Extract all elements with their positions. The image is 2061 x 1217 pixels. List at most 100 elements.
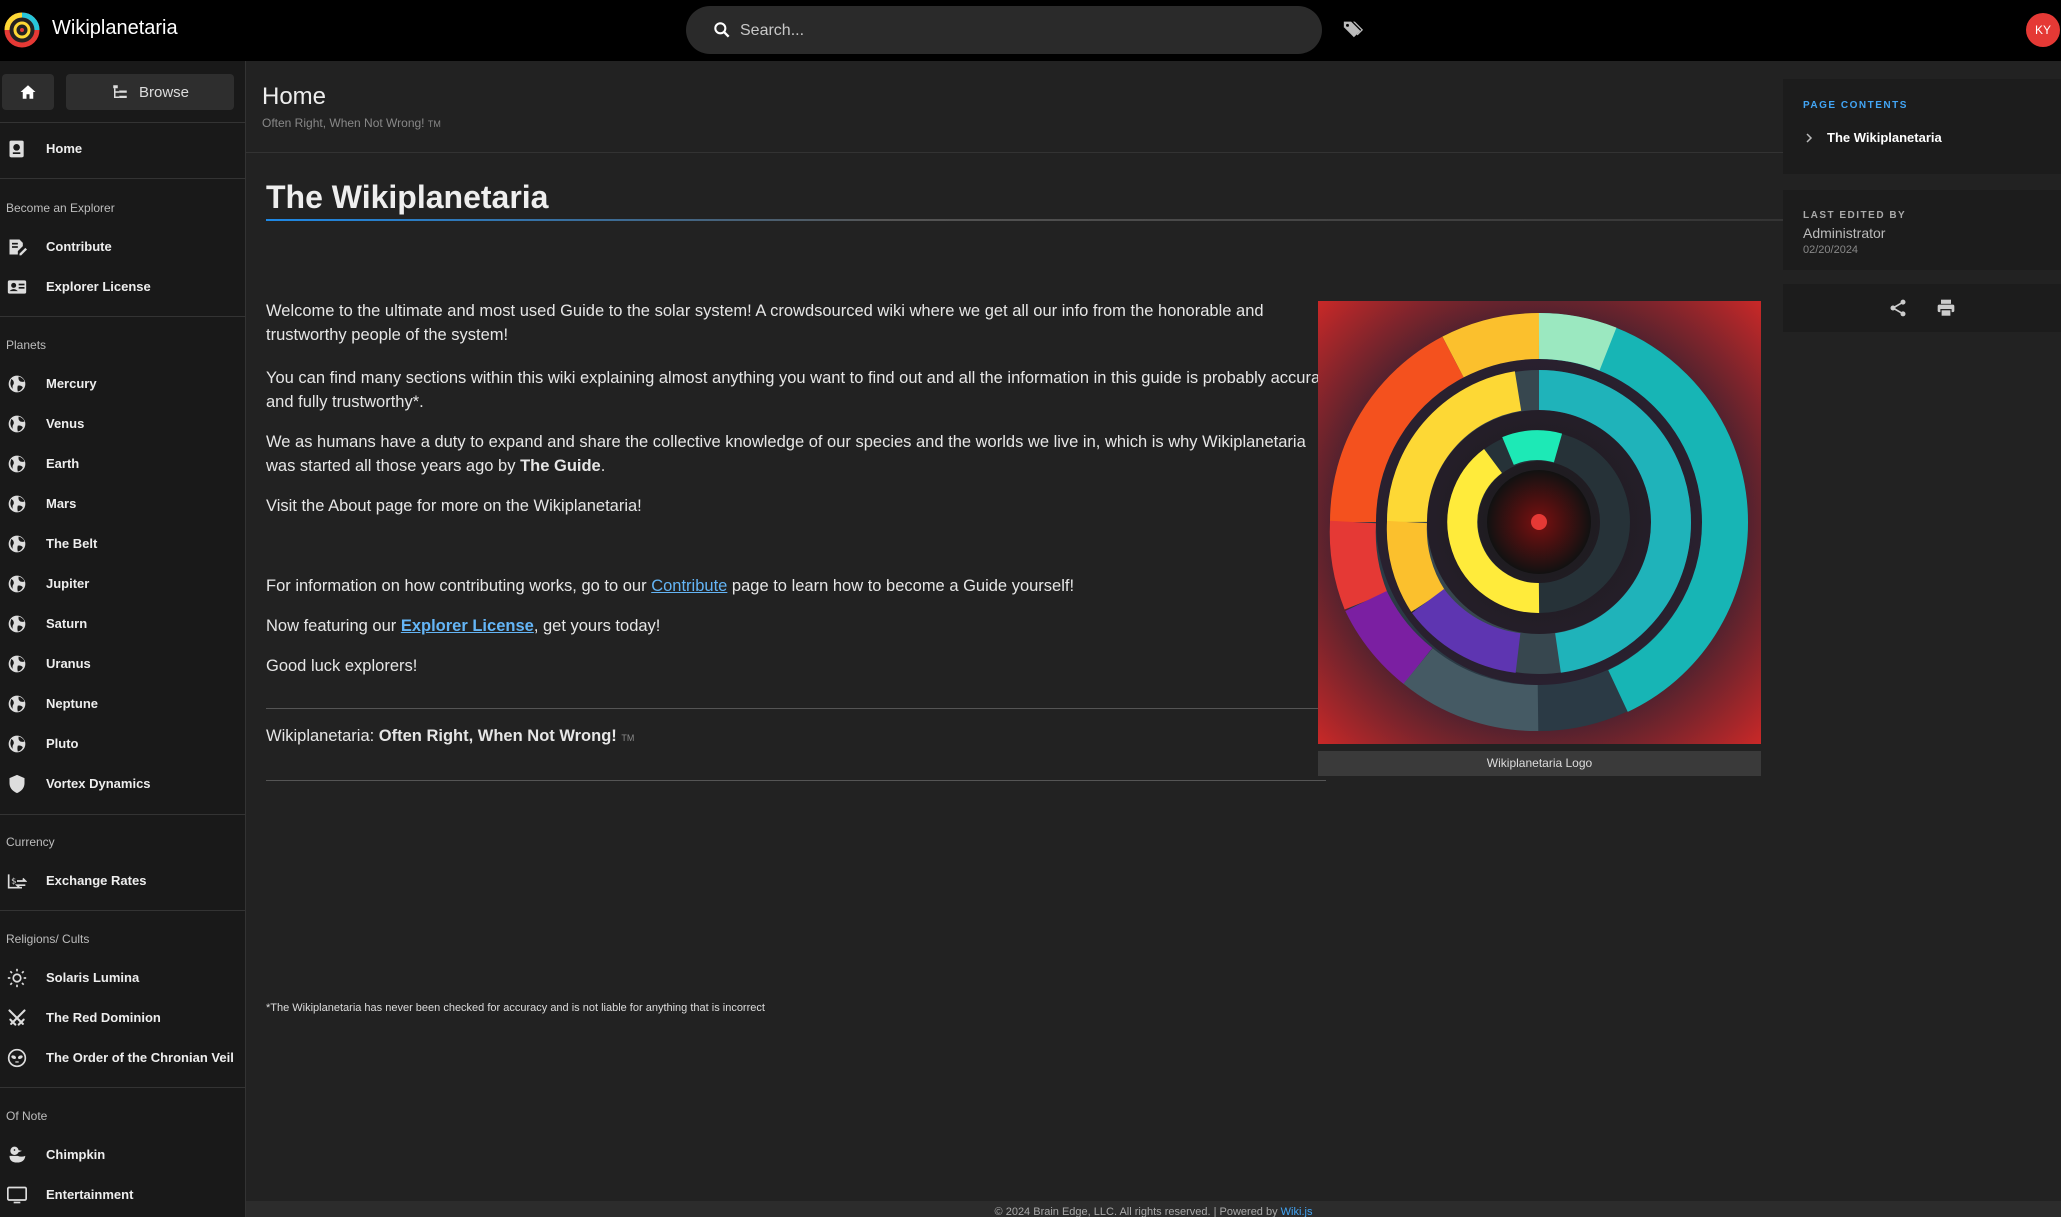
chevron-right-icon xyxy=(1806,132,1813,143)
paragraph-welcome: Welcome to the ultimate and most used Gu… xyxy=(266,302,1264,344)
page-actions-box xyxy=(1783,284,2061,332)
page-contents-label: PAGE CONTENTS xyxy=(1803,100,1908,111)
browse-button[interactable]: Browse xyxy=(66,74,234,110)
paragraph-text: For information on how contributing work… xyxy=(266,577,652,595)
explorer-license-link[interactable]: Explorer License xyxy=(401,617,534,635)
sidebar-item-contribute[interactable]: Contribute xyxy=(0,229,245,265)
sidebar-item-label: Saturn xyxy=(46,616,88,631)
wikiplanetaria-logo-image[interactable] xyxy=(1318,301,1761,744)
globe-icon xyxy=(8,735,26,753)
divider xyxy=(266,780,1326,781)
sidebar-item-jupiter[interactable]: Jupiter xyxy=(0,566,245,602)
sidebar-item-label: The Belt xyxy=(46,536,98,551)
section-header-religions: Religions/ Cults xyxy=(6,932,90,946)
last-edited-by[interactable]: Administrator xyxy=(1803,225,1885,241)
section-header-of-note: Of Note xyxy=(6,1109,48,1123)
browse-label: Browse xyxy=(138,83,190,101)
search-bar[interactable] xyxy=(686,6,1322,56)
footer: © 2024 Brain Edge, LLC. All rights reser… xyxy=(246,1201,2061,1217)
sidebar-item-chimpkin[interactable]: Chimpkin xyxy=(0,1137,245,1173)
last-edited-box: LAST EDITED BY Administrator 02/20/2024 xyxy=(1783,190,2061,270)
wikijs-link[interactable]: Wiki.js xyxy=(1281,1206,1313,1217)
sidebar-item-label: Entertainment xyxy=(46,1187,134,1202)
paragraph-text: , get yours today! xyxy=(533,617,661,635)
image-caption: Wikiplanetaria Logo xyxy=(1318,751,1761,776)
globe-icon xyxy=(8,535,26,553)
globe-icon xyxy=(8,375,26,393)
sidebar-item-label: Explorer License xyxy=(46,279,151,294)
contribute-link[interactable]: Contribute xyxy=(651,577,727,595)
sidebar-item-label: Jupiter xyxy=(46,576,90,591)
section-header-currency: Currency xyxy=(6,835,55,849)
paragraph-duty: We as humans have a duty to expand and s… xyxy=(266,430,1326,478)
main-content: Home Often Right, When Not Wrong! TM The… xyxy=(246,61,1806,1201)
paragraph-contribute: For information on how contributing work… xyxy=(266,574,1326,598)
sidebar-item-label: Neptune xyxy=(46,696,98,711)
search-icon xyxy=(714,22,730,38)
site-logo[interactable] xyxy=(4,12,40,48)
sidebar-item-earth[interactable]: Earth xyxy=(0,446,245,482)
file-tree-icon xyxy=(113,85,127,98)
globe-icon xyxy=(8,495,26,513)
sidebar-item-exchange-rates[interactable]: $ Exchange Rates xyxy=(0,863,245,899)
sidebar-item-label: Pluto xyxy=(46,736,79,751)
sidebar-item-vortex-dynamics[interactable]: Vortex Dynamics xyxy=(0,766,245,802)
sidebar-item-saturn[interactable]: Saturn xyxy=(0,606,245,642)
sidebar-item-label: Chimpkin xyxy=(46,1147,106,1162)
globe-icon xyxy=(8,615,26,633)
divider xyxy=(0,122,245,123)
footnote: *The Wikiplanetaria has never been check… xyxy=(266,1002,765,1014)
sidebar-item-explorer-license[interactable]: Explorer License xyxy=(0,269,245,305)
share-icon[interactable] xyxy=(1888,298,1908,318)
trademark-mark: TM xyxy=(621,733,635,743)
divider xyxy=(0,814,245,815)
crossed-swords-icon xyxy=(8,1009,26,1026)
sidebar-item-neptune[interactable]: Neptune xyxy=(0,686,245,722)
sidebar-item-venus[interactable]: Venus xyxy=(0,406,245,442)
sidebar-item-the-belt[interactable]: The Belt xyxy=(0,526,245,562)
sidebar-item-red-dominion[interactable]: The Red Dominion xyxy=(0,1000,245,1036)
section-header-explorer: Become an Explorer xyxy=(6,201,115,215)
monitor-icon xyxy=(7,1186,27,1204)
sidebar-item-label: Uranus xyxy=(46,656,91,671)
sidebar-item-label: Earth xyxy=(46,456,80,471)
search-input[interactable] xyxy=(738,6,1302,56)
sidebar-item-uranus[interactable]: Uranus xyxy=(0,646,245,682)
page-subtitle-text: Often Right, When Not Wrong! xyxy=(262,116,425,130)
sidebar-item-pluto[interactable]: Pluto xyxy=(0,726,245,762)
sidebar-item-mercury[interactable]: Mercury xyxy=(0,366,245,402)
paragraph-text: We as humans have a duty to expand and s… xyxy=(266,433,1306,475)
motto-prefix: Wikiplanetaria: xyxy=(266,727,379,745)
divider xyxy=(0,316,245,317)
edit-note-icon xyxy=(9,239,27,256)
globe-icon xyxy=(8,575,26,593)
sidebar-item-label: The Order of the Chronian Veil xyxy=(46,1050,234,1065)
trademark-mark: TM xyxy=(427,119,441,129)
sidebar-item-chronian-veil[interactable]: The Order of the Chronian Veil xyxy=(0,1040,245,1076)
globe-icon xyxy=(8,655,26,673)
currency-exchange-icon: $ xyxy=(7,874,27,889)
avatar[interactable]: KY xyxy=(2026,13,2060,47)
sidebar-item-mars[interactable]: Mars xyxy=(0,486,245,522)
divider xyxy=(0,178,245,179)
paragraph-good-luck: Good luck explorers! xyxy=(266,657,418,675)
sidebar-item-home[interactable]: Home xyxy=(0,131,245,167)
home-page-icon xyxy=(9,140,24,158)
tags-icon[interactable] xyxy=(1342,18,1364,40)
paragraph-sections: You can find many sections within this w… xyxy=(266,369,1341,411)
sidebar-item-label: The Red Dominion xyxy=(46,1010,161,1025)
page-subtitle: Often Right, When Not Wrong! TM xyxy=(262,116,441,130)
home-button[interactable] xyxy=(2,74,54,110)
divider xyxy=(0,1087,245,1088)
sidebar-item-label: Vortex Dynamics xyxy=(46,776,151,791)
logo-figure: Wikiplanetaria Logo xyxy=(1318,301,1761,776)
print-icon[interactable] xyxy=(1936,298,1956,318)
sidebar-item-solaris-lumina[interactable]: Solaris Lumina xyxy=(0,960,245,996)
last-edited-date: 02/20/2024 xyxy=(1803,244,1859,256)
svg-text:$: $ xyxy=(11,876,16,886)
toc-item[interactable]: The Wikiplanetaria xyxy=(1803,130,1942,145)
paragraph-text: page to learn how to become a Guide your… xyxy=(727,577,1075,595)
sidebar-item-entertainment[interactable]: Entertainment xyxy=(0,1177,245,1213)
app-title[interactable]: Wikiplanetaria xyxy=(52,17,178,40)
page-contents-box: PAGE CONTENTS The Wikiplanetaria xyxy=(1783,79,2061,174)
